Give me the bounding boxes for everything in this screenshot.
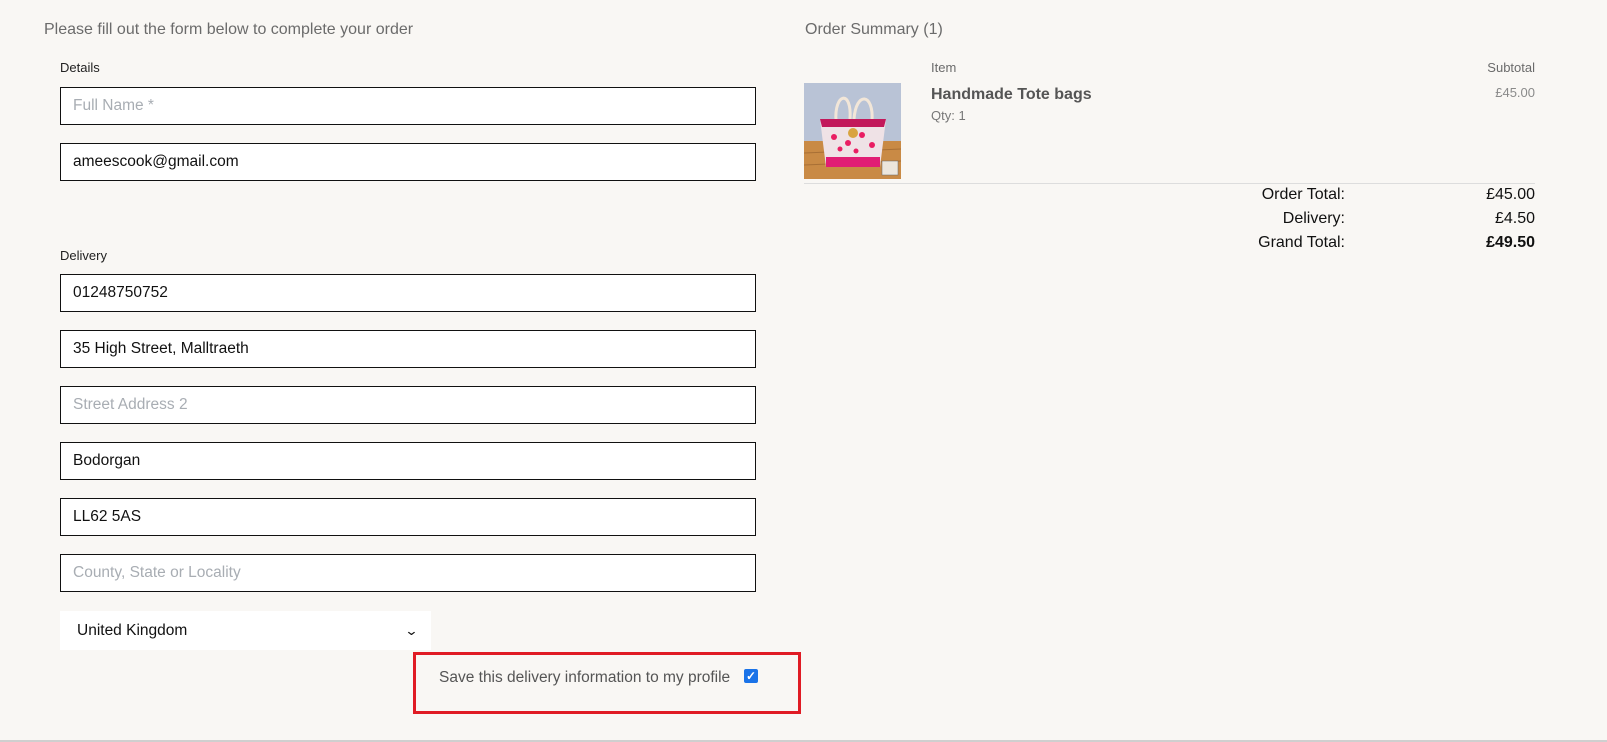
item-subtotal: £45.00 — [1495, 85, 1535, 100]
subtotal-column-header: Subtotal — [1487, 60, 1535, 75]
item-column-header: Item — [931, 60, 957, 75]
delivery-label: Delivery — [60, 248, 107, 263]
summary-divider — [804, 183, 1535, 184]
street-address-2-input[interactable] — [60, 386, 756, 424]
delivery-cost-label: Delivery: — [1282, 210, 1345, 227]
save-info-checkbox[interactable]: ✓ — [744, 669, 758, 683]
order-total-value: £45.00 — [1486, 186, 1535, 203]
grand-total-value: £49.50 — [1486, 234, 1535, 251]
order-summary-title: Order Summary (1) — [805, 21, 943, 38]
country-select[interactable]: United Kingdom ⌄ — [60, 611, 431, 650]
chevron-down-icon: ⌄ — [404, 622, 419, 638]
town-input[interactable] — [60, 442, 756, 480]
item-name: Handmade Tote bags — [931, 86, 1092, 103]
email-input[interactable] — [60, 143, 756, 181]
order-total-label: Order Total: — [1261, 186, 1345, 203]
full-name-input[interactable] — [60, 87, 756, 125]
county-input[interactable] — [60, 554, 756, 592]
delivery-cost-value: £4.50 — [1494, 210, 1535, 227]
form-intro: Please fill out the form below to comple… — [44, 21, 414, 38]
street-address-1-input[interactable] — [60, 330, 756, 368]
grand-total-label: Grand Total: — [1258, 234, 1345, 251]
checkmark-icon: ✓ — [745, 669, 757, 683]
country-select-value: United Kingdom — [77, 621, 188, 639]
phone-input[interactable] — [60, 274, 756, 312]
postcode-input[interactable] — [60, 498, 756, 536]
item-quantity: Qty: 1 — [931, 108, 966, 123]
save-info-label: Save this delivery information to my pro… — [439, 669, 731, 686]
product-image[interactable] — [804, 83, 901, 179]
details-label: Details — [60, 60, 100, 75]
